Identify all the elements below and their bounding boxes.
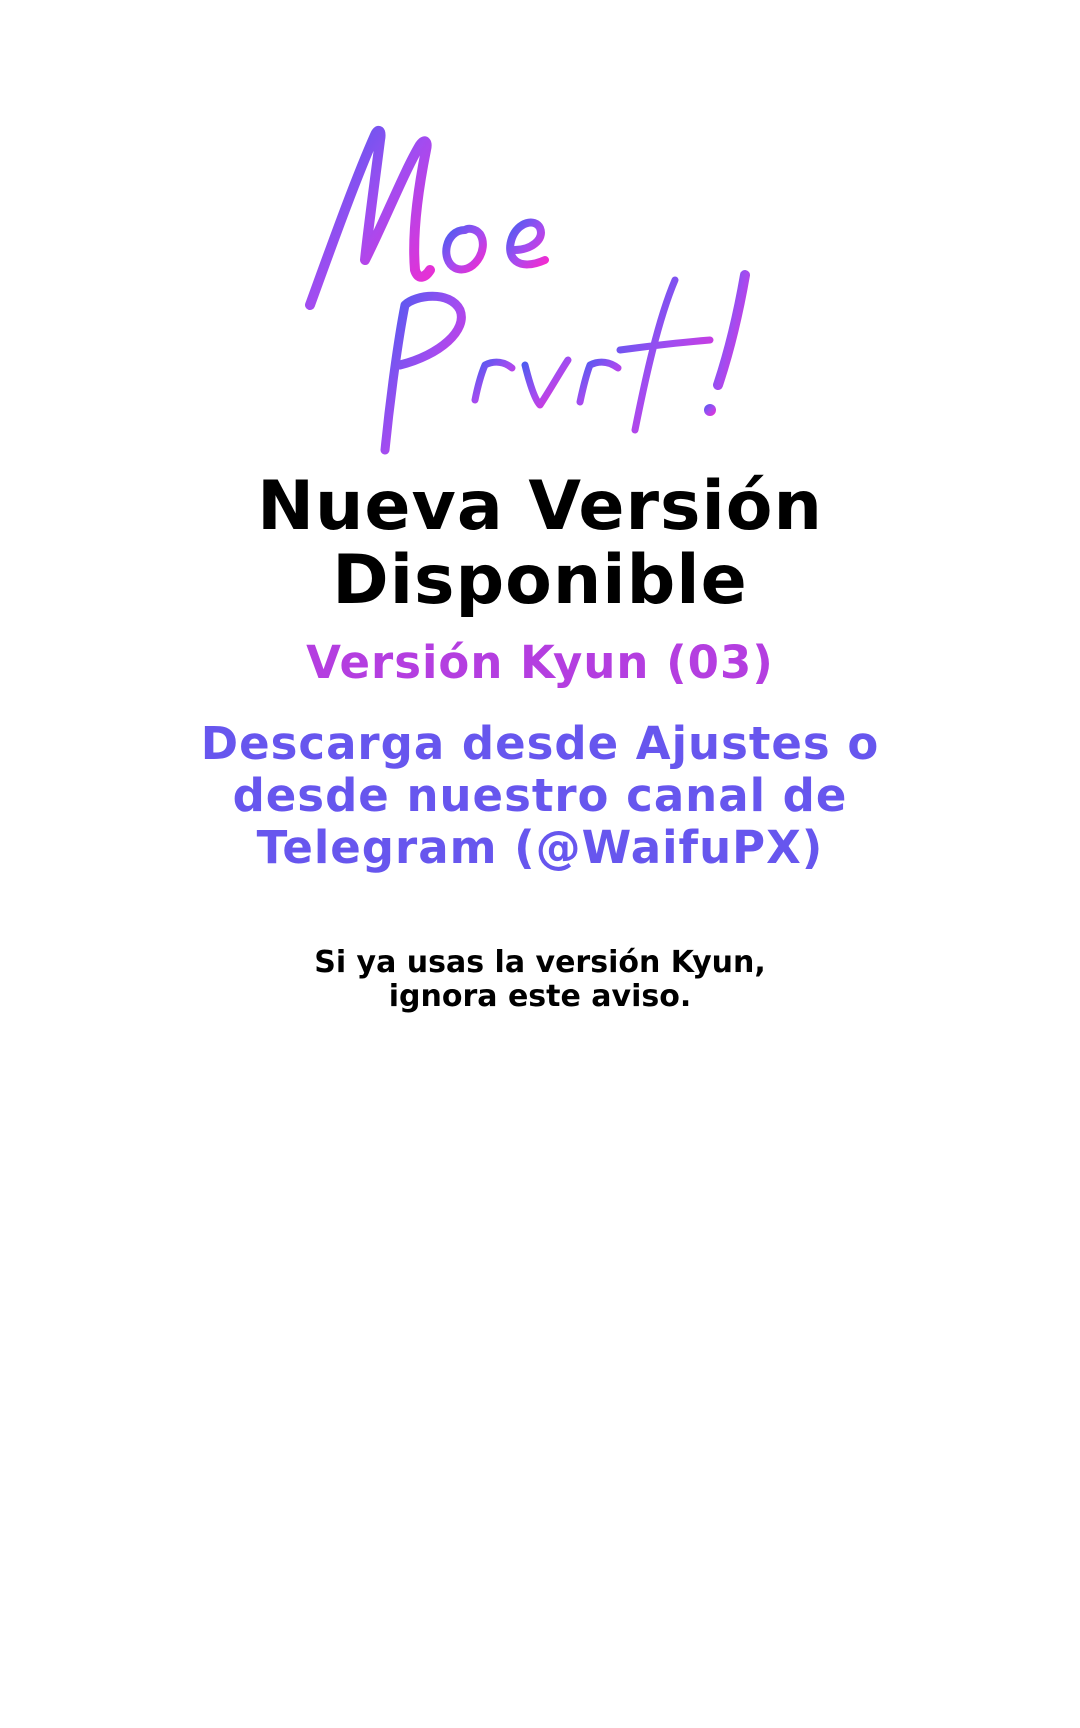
notice-line-2: ignora este aviso.	[388, 979, 692, 1014]
download-line-2: desde nuestro canal de	[232, 769, 848, 822]
download-instructions: Descarga desde Ajustes o desde nuestro c…	[0, 718, 1080, 874]
notice-line-1: Si ya usas la versión Kyun,	[314, 945, 766, 980]
title-line-1: Nueva Versión	[257, 467, 823, 546]
page-title: Nueva Versión Disponible	[0, 470, 1080, 618]
moe-prvrt-logo	[290, 110, 810, 470]
update-notice-page: Nueva Versión Disponible Versión Kyun (0…	[0, 0, 1080, 1728]
title-line-2: Disponible	[332, 541, 748, 620]
version-label: Versión Kyun (03)	[306, 636, 774, 689]
ignore-notice: Si ya usas la versión Kyun, ignora este …	[0, 946, 1080, 1014]
download-line-3: Telegram (@WaifuPX)	[256, 821, 824, 874]
download-line-1: Descarga desde Ajustes o	[200, 717, 880, 770]
logo-script-graphic	[305, 125, 750, 455]
